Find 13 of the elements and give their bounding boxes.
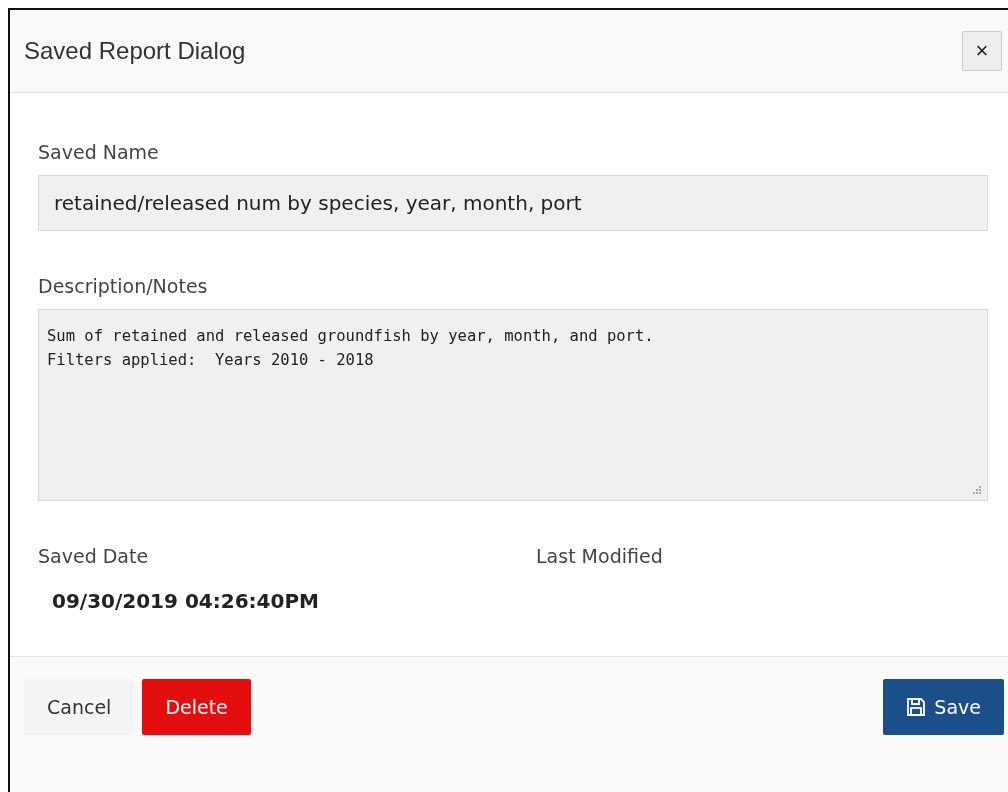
date-label: Last Modified [536, 545, 663, 567]
date-value: 09/30/2019 04:26:40PM [52, 589, 319, 613]
notes-field[interactable]: Sum of retained and released groundfish by year, month, and port. Filters applied: Years 2010 - 2018 [38, 309, 988, 501]
date-label: Saved Date [38, 545, 149, 567]
cancel-button[interactable]: Cancel [24, 679, 135, 735]
field-label: Description/Notes [38, 275, 208, 297]
resize-grip-icon[interactable] [972, 485, 981, 494]
name-field[interactable]: retained/released num by species, year, month, port [38, 175, 988, 231]
save-button[interactable]: Save [883, 679, 1004, 735]
field-label: Saved Name [38, 141, 159, 163]
close-button[interactable]: × [962, 31, 1002, 71]
dialog-title: Saved Report Dialog [24, 37, 246, 65]
delete-button[interactable]: Delete [142, 679, 251, 735]
